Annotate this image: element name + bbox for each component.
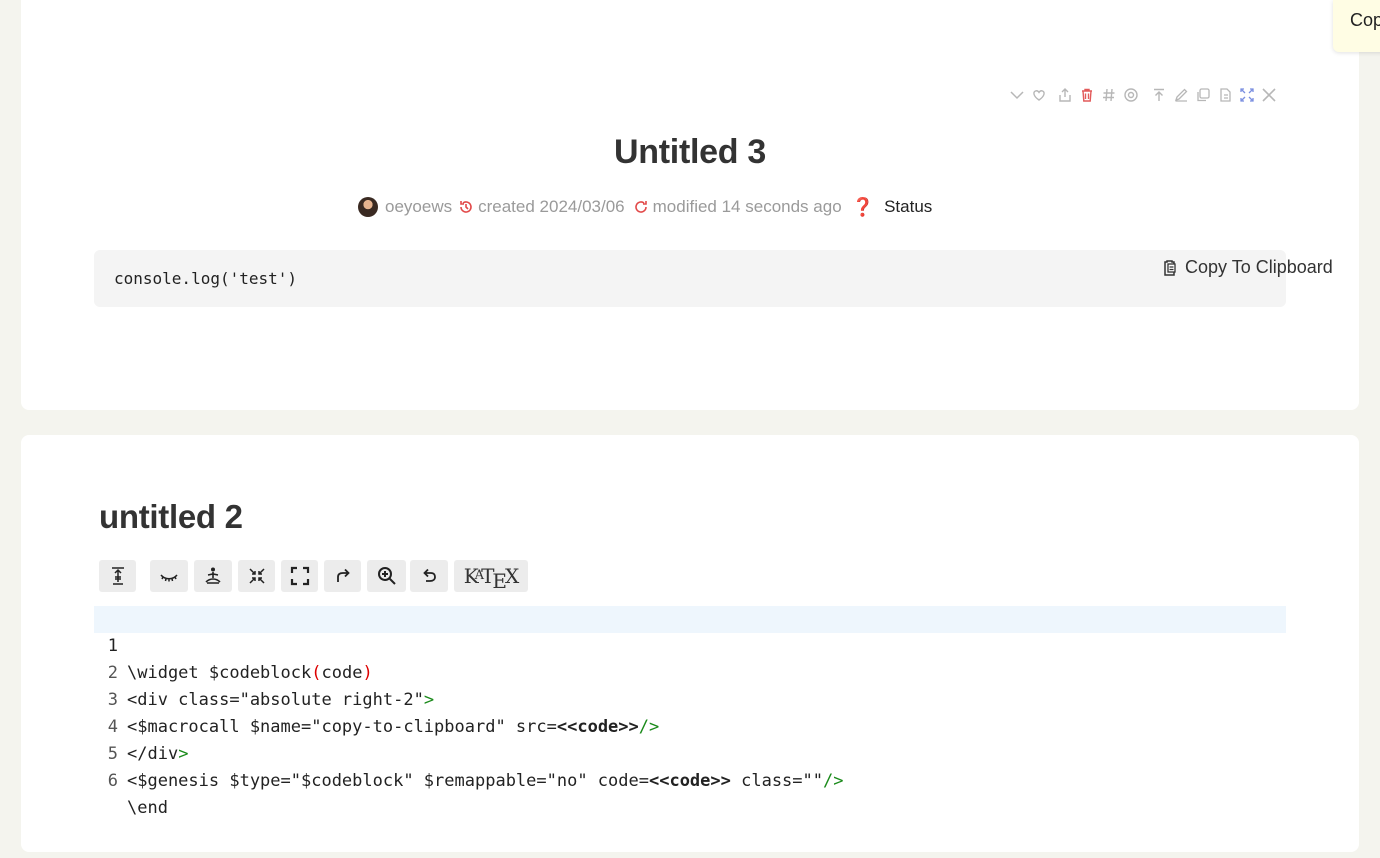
code-token: \end bbox=[127, 798, 168, 818]
fold-icon bbox=[248, 568, 265, 584]
avatar[interactable] bbox=[358, 197, 378, 217]
code-block: console.log('test') bbox=[94, 250, 1286, 307]
redo-icon bbox=[336, 568, 350, 582]
code-line[interactable]: 1 \widget $codeblock(code) bbox=[94, 606, 1286, 683]
chevron-down-icon[interactable] bbox=[1008, 86, 1026, 104]
redo-button[interactable] bbox=[324, 560, 361, 592]
created-date: created 2024/03/06 bbox=[478, 197, 625, 216]
modified-date: modified 14 seconds ago bbox=[652, 197, 842, 216]
copy-icon[interactable] bbox=[1194, 86, 1212, 104]
tiddler-title: untitled 2 bbox=[99, 498, 243, 535]
close-icon[interactable] bbox=[1260, 86, 1278, 104]
code-line[interactable]: 3 <$macrocall $name="copy-to-clipboard" … bbox=[94, 660, 1286, 737]
fold-button[interactable] bbox=[238, 560, 275, 592]
undo-icon bbox=[423, 568, 436, 582]
author-link[interactable]: oeyoews bbox=[385, 197, 452, 217]
line-number: 6 bbox=[107, 771, 118, 791]
eye-closed-icon bbox=[160, 574, 178, 582]
code-line[interactable]: 4 </div> bbox=[94, 687, 1286, 764]
fullscreen-icon bbox=[290, 566, 309, 586]
hash-icon[interactable] bbox=[1100, 86, 1118, 104]
preview-toggle-button[interactable] bbox=[150, 560, 188, 592]
code-text: console.log('test') bbox=[114, 269, 298, 288]
question-icon: ❓ bbox=[851, 196, 875, 217]
top-arrow-icon[interactable] bbox=[1150, 86, 1168, 104]
zen-mode-button[interactable] bbox=[194, 560, 232, 592]
katex-button[interactable]: KATEX bbox=[454, 560, 528, 593]
stamp-icon bbox=[111, 567, 124, 585]
history-icon bbox=[458, 199, 474, 215]
export-icon[interactable] bbox=[1216, 86, 1234, 104]
notification-toast[interactable]: Copy bbox=[1333, 0, 1380, 52]
code-token: <$genesis $type="$codeblock" $remappable… bbox=[127, 771, 649, 791]
notification-text: Copy bbox=[1350, 10, 1380, 30]
trash-icon[interactable] bbox=[1078, 86, 1096, 104]
target-icon[interactable] bbox=[1122, 86, 1140, 104]
edit-icon[interactable] bbox=[1172, 86, 1190, 104]
fullscreen-button[interactable] bbox=[281, 560, 318, 592]
tiddler-toolbar bbox=[1008, 86, 1282, 104]
stamp-button[interactable] bbox=[99, 560, 136, 592]
undo-button[interactable] bbox=[410, 560, 448, 592]
code-editor[interactable]: 1 \widget $codeblock(code) 2 <div class=… bbox=[94, 606, 1286, 818]
code-token: class="" bbox=[730, 771, 823, 791]
code-line[interactable]: 5 <$genesis $type="$codeblock" $remappab… bbox=[94, 714, 1286, 791]
code-line[interactable]: 6 \end bbox=[94, 741, 1286, 818]
search-icon bbox=[377, 567, 396, 585]
copy-label: Copy To Clipboard bbox=[1185, 257, 1333, 277]
clipboard-icon bbox=[1164, 259, 1176, 276]
copy-to-clipboard-button[interactable]: Copy To Clipboard bbox=[1161, 257, 1333, 278]
share-icon[interactable] bbox=[1056, 86, 1074, 104]
tiddler-meta: oeyoews created 2024/03/06 modified 14 s… bbox=[358, 196, 932, 218]
status-label[interactable]: Status bbox=[884, 197, 932, 217]
katex-logo: KATEX bbox=[463, 564, 520, 593]
heart-icon[interactable] bbox=[1030, 86, 1048, 104]
fullscreen-icon[interactable] bbox=[1238, 86, 1256, 104]
code-line[interactable]: 2 <div class="absolute right-2"> bbox=[94, 633, 1286, 710]
tiddler-title: Untitled 3 bbox=[614, 133, 766, 171]
refresh-icon bbox=[633, 199, 649, 215]
code-token: <<code>> bbox=[648, 771, 731, 791]
code-token: /> bbox=[823, 771, 844, 791]
meditate-icon bbox=[205, 567, 221, 584]
search-button[interactable] bbox=[367, 560, 406, 592]
